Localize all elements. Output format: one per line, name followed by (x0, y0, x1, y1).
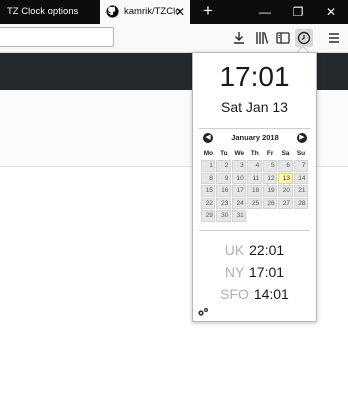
calendar-day[interactable]: 24 (231, 197, 247, 209)
timezone-time: 14:01 (253, 286, 289, 302)
calendar-day[interactable]: 1 (201, 160, 216, 172)
weekday-label: Fr (266, 150, 274, 157)
tab-title: kamrik/TZClo (124, 6, 181, 17)
calendar-day[interactable]: 4 (247, 160, 262, 172)
calendar-day[interactable]: 3 (231, 160, 247, 172)
calendar-prev-button[interactable]: ◀ (203, 133, 213, 143)
url-bar[interactable] (0, 27, 114, 47)
current-time: 17:01 (219, 61, 290, 92)
calendar-header: ◀ January 2018 ▶ (201, 132, 309, 146)
timezone-time: 17:01 (249, 264, 285, 280)
calendar-day[interactable]: 26 (262, 197, 278, 209)
tab-github-kamrik[interactable]: kamrik/TZClo ✕ (100, 0, 190, 24)
calendar-day[interactable]: 6 (278, 160, 293, 172)
github-icon (106, 5, 119, 18)
calendar-day[interactable]: 27 (278, 197, 293, 209)
calendar-day[interactable]: 7 (293, 160, 308, 172)
calendar-day[interactable]: 18 (247, 185, 262, 197)
calendar-empty-cell (294, 210, 308, 222)
weekday-label: Su (296, 150, 306, 157)
restore-button[interactable]: ❐ (283, 0, 313, 24)
calendar-day[interactable]: 9 (216, 172, 231, 184)
calendar-empty-cell (263, 210, 277, 222)
calendar-day[interactable]: 28 (293, 197, 308, 209)
calendar-week: 8 9 10 11 12 13 14 (201, 172, 309, 185)
calendar-day[interactable]: 15 (201, 185, 216, 197)
calendar-day[interactable]: 8 (201, 172, 216, 184)
weekday-label: Th (250, 150, 259, 157)
weekday-label: We (234, 150, 245, 157)
tab-tz-clock-options[interactable]: TZ Clock options (0, 0, 98, 24)
calendar-week: 29 30 31 (201, 210, 309, 222)
calendar-day[interactable]: 2 (216, 160, 231, 172)
library-icon[interactable] (253, 29, 271, 47)
timezone-abbr: UK (224, 242, 245, 258)
download-icon[interactable] (230, 29, 248, 47)
calendar-day[interactable]: 20 (278, 185, 293, 197)
minimize-button[interactable]: — (250, 0, 280, 24)
calendar-day[interactable]: 25 (247, 197, 262, 209)
calendar-day[interactable]: 10 (231, 172, 247, 184)
current-date: Sat Jan 13 (221, 99, 288, 115)
timezone-abbr: SFO (220, 286, 249, 302)
clock-icon[interactable] (295, 29, 313, 47)
calendar-day[interactable]: 19 (262, 185, 278, 197)
timezone-row-uk: UK 22:01 (193, 242, 316, 258)
sidebar-icon[interactable] (274, 29, 292, 47)
divider (199, 128, 310, 129)
calendar-day[interactable]: 22 (201, 197, 216, 209)
calendar-day[interactable]: 5 (262, 160, 278, 172)
menu-icon[interactable] (325, 29, 343, 47)
divider (199, 230, 310, 231)
tab-bar: TZ Clock options kamrik/TZClo ✕ + — ❐ ✕ (0, 0, 348, 24)
timezone-row-sfo: SFO 14:01 (193, 286, 316, 302)
calendar-next-button[interactable]: ▶ (297, 133, 307, 143)
timezone-time: 22:01 (249, 242, 285, 258)
calendar-day[interactable]: 30 (216, 210, 231, 222)
calendar-weekdays: Mo Tu We Th Fr Sa Su (201, 148, 309, 160)
new-tab-button[interactable]: + (198, 0, 218, 24)
tab-title: TZ Clock options (7, 6, 79, 17)
close-window-button[interactable]: ✕ (316, 0, 346, 24)
weekday-label: Mo (203, 150, 214, 157)
timezone-row-ny: NY 17:01 (193, 264, 316, 280)
clock-popup: 17:01 Sat Jan 13 ◀ January 2018 ▶ Mo Tu … (192, 52, 317, 322)
tab-close-button[interactable]: ✕ (174, 0, 186, 24)
calendar-day[interactable]: 17 (231, 185, 247, 197)
calendar-grid: 1 2 3 4 5 6 7 8 9 10 11 12 13 14 15 16 17 18 19 20 21 22 23 24 2… (201, 160, 309, 223)
calendar-month-title: January 2018 (231, 133, 279, 142)
calendar-day-today[interactable]: 13 (278, 172, 293, 184)
calendar-day[interactable]: 23 (216, 197, 231, 209)
calendar-week: 15 16 17 18 19 20 21 (201, 185, 309, 197)
calendar-day[interactable]: 11 (247, 172, 262, 184)
calendar-day[interactable]: 29 (201, 210, 216, 222)
calendar-day[interactable]: 31 (231, 210, 247, 222)
navigation-toolbar (0, 24, 348, 53)
calendar-week: 1234567 (201, 160, 309, 172)
calendar-day[interactable]: 14 (293, 172, 308, 184)
gears-icon[interactable] (197, 307, 209, 317)
calendar-day[interactable]: 12 (262, 172, 278, 184)
calendar-day[interactable]: 21 (293, 185, 308, 197)
calendar-week: 22 23 24 25 26 27 28 (201, 197, 309, 210)
weekday-label: Sa (281, 150, 290, 157)
weekday-label: Tu (220, 150, 228, 157)
calendar-empty-cell (247, 210, 261, 222)
timezone-abbr: NY (224, 264, 245, 280)
calendar-empty-cell (278, 210, 292, 222)
calendar-day[interactable]: 16 (216, 185, 231, 197)
